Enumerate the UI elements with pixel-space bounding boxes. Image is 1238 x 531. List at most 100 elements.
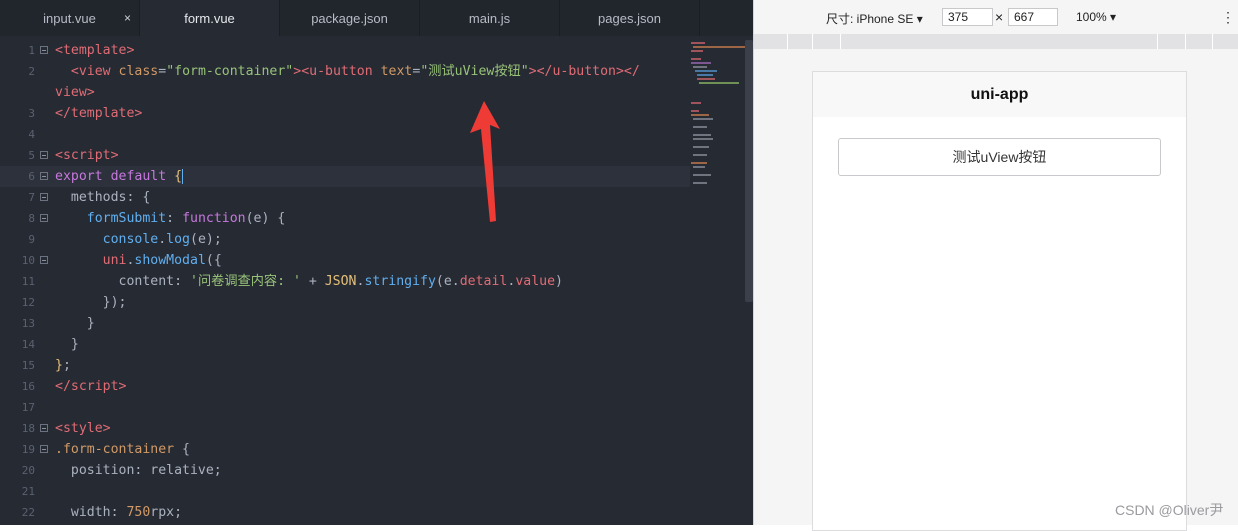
minimap-line: [691, 110, 699, 112]
tab-main-js[interactable]: main.js: [420, 0, 560, 36]
code-text: <style>: [55, 421, 111, 436]
line-number: 7: [28, 191, 35, 204]
minimap-line: [693, 134, 711, 136]
code-text: <view class="form-container"><u-button t…: [70, 64, 640, 79]
code-text: view>: [55, 85, 95, 100]
close-icon[interactable]: ×: [124, 11, 131, 25]
tab-pages-json[interactable]: pages.json: [560, 0, 700, 36]
code-editor[interactable]: input.vue × form.vue package.json main.j…: [0, 0, 753, 525]
minimap-line: [693, 146, 709, 148]
code-text: content: '问卷调查内容: ' + JSON.stringify(e.d…: [118, 274, 563, 289]
fold-toggle-icon[interactable]: [40, 445, 48, 453]
line-number: 3: [28, 107, 35, 120]
minimap-line: [691, 162, 707, 164]
code-line: 11 content: '问卷调查内容: ' + JSON.stringify(…: [0, 271, 690, 292]
fold-toggle-icon[interactable]: [40, 256, 48, 264]
code-text: }: [86, 316, 95, 331]
line-number: 8: [28, 212, 35, 225]
line-number: 5: [28, 149, 35, 162]
code-line: 21: [0, 481, 690, 502]
code-line-current: 6 export default {: [0, 166, 690, 187]
ruler-tick: [1185, 34, 1186, 49]
fold-toggle-icon[interactable]: [40, 214, 48, 222]
minimap-line: [691, 58, 701, 60]
editor-scrollbar[interactable]: [745, 40, 753, 302]
line-number: 10: [21, 254, 35, 267]
code-text: </template>: [55, 106, 143, 121]
line-number: 12: [21, 296, 35, 309]
code-line: 4: [0, 124, 690, 145]
more-options-icon[interactable]: ⋮: [1221, 9, 1235, 26]
minimap-line: [693, 118, 713, 120]
code-text: .form-container {: [55, 442, 190, 457]
width-input[interactable]: 375: [942, 8, 993, 26]
line-number: 15: [21, 359, 35, 372]
nav-title: uni-app: [970, 85, 1029, 103]
tab-label: input.vue: [43, 10, 96, 26]
ruler-tick: [1212, 34, 1213, 49]
tab-package-json[interactable]: package.json: [280, 0, 420, 36]
code-text: });: [102, 295, 127, 310]
device-size-dropdown[interactable]: 尺寸: iPhone SE ▾: [826, 10, 923, 27]
editor-tab-bar: input.vue × form.vue package.json main.j…: [0, 0, 753, 36]
minimap-line: [691, 50, 703, 52]
tab-label: pages.json: [598, 10, 661, 26]
code-text: uni.showModal({: [102, 253, 222, 268]
code-line: 5 <script>: [0, 145, 690, 166]
code-line: 8 formSubmit: function(e) {: [0, 208, 690, 229]
minimap-line: [693, 126, 707, 128]
button-label: 测试uView按钮: [952, 149, 1047, 165]
line-number: 2: [28, 65, 35, 78]
tab-label: main.js: [468, 10, 511, 26]
phone-screen: uni-app 测试uView按钮: [812, 71, 1187, 531]
ruler-bar: [754, 34, 1238, 49]
tab-label: form.vue: [184, 10, 235, 26]
minimap-line: [693, 154, 707, 156]
minimap-line: [691, 102, 701, 104]
code-text: <script>: [55, 148, 119, 163]
height-input[interactable]: 667: [1008, 8, 1058, 26]
times-icon: ×: [995, 9, 1004, 25]
line-number: 13: [21, 317, 35, 330]
line-number: 21: [21, 485, 35, 498]
ruler-tick: [840, 34, 841, 49]
line-number: 17: [21, 401, 35, 414]
minimap-line: [691, 62, 711, 64]
zoom-dropdown[interactable]: 100% ▾: [1076, 10, 1116, 24]
line-number: 20: [21, 464, 35, 477]
minimap-line: [691, 114, 709, 116]
minimap-line: [697, 78, 715, 80]
minimap-line: [699, 82, 739, 84]
code-area[interactable]: 1 <template> 2 <view class="form-containe…: [0, 40, 690, 523]
fold-toggle-icon[interactable]: [40, 46, 48, 54]
line-number: 18: [21, 422, 35, 435]
line-number: 1: [28, 44, 35, 57]
fold-toggle-icon[interactable]: [40, 193, 48, 201]
fold-toggle-icon[interactable]: [40, 151, 48, 159]
text-cursor: [182, 168, 184, 184]
code-line: 17: [0, 397, 690, 418]
code-line-wrap: view>: [0, 82, 690, 103]
line-number: 16: [21, 380, 35, 393]
ruler-tick: [1157, 34, 1158, 49]
tab-form-vue[interactable]: form.vue: [140, 0, 280, 36]
code-line: 2 <view class="form-container"><u-button…: [0, 61, 690, 82]
ruler-tick: [787, 34, 788, 49]
code-line: 7 methods: {: [0, 187, 690, 208]
code-line: 13 }: [0, 313, 690, 334]
minimap-line: [693, 182, 707, 184]
code-text: width: 750rpx;: [70, 505, 183, 520]
minimap-line: [695, 70, 717, 72]
code-line: 22 width: 750rpx;: [0, 502, 690, 523]
code-text: export default {: [55, 168, 184, 184]
line-number: 19: [21, 443, 35, 456]
tab-label: package.json: [311, 10, 388, 26]
fold-toggle-icon[interactable]: [40, 172, 48, 180]
code-line: 14 }: [0, 334, 690, 355]
fold-toggle-icon[interactable]: [40, 424, 48, 432]
line-number: 14: [21, 338, 35, 351]
simulator-panel: 尺寸: iPhone SE ▾ 375 × 667 100% ▾ ⋮ uni-a…: [753, 0, 1238, 531]
uview-test-button[interactable]: 测试uView按钮: [838, 138, 1161, 176]
tab-input-vue[interactable]: input.vue ×: [0, 0, 140, 36]
minimap[interactable]: [691, 40, 745, 200]
